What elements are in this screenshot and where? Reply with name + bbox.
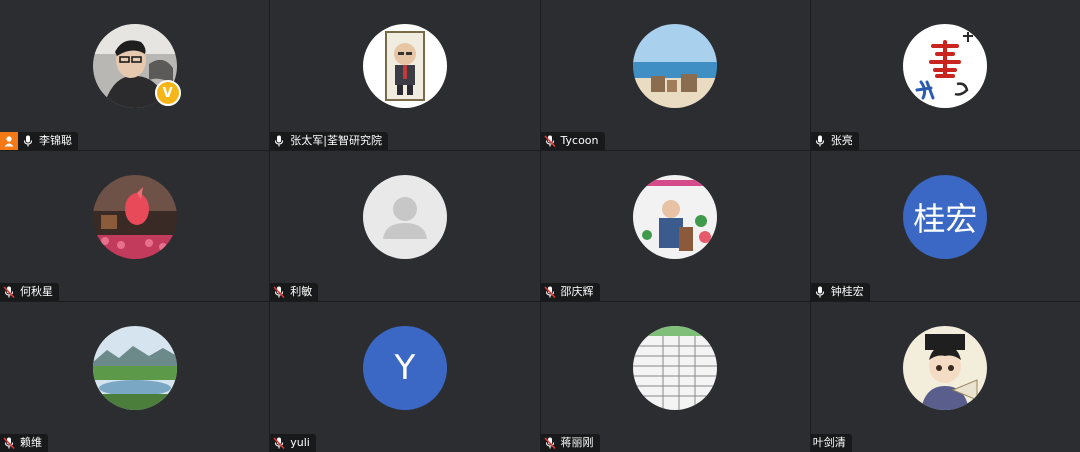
microphone-muted-icon — [543, 286, 556, 299]
participant-avatar — [92, 175, 177, 259]
participant-tile[interactable]: 利敏 — [270, 151, 540, 301]
participant-avatar — [362, 175, 447, 259]
participant-avatar — [903, 326, 988, 410]
participant-name: yuli — [290, 436, 310, 449]
participant-tile[interactable]: 叶剑清 — [810, 302, 1080, 452]
microphone-icon — [815, 135, 824, 147]
participant-label: 赖维 — [0, 434, 48, 452]
verified-badge: V — [154, 80, 181, 106]
participant-tile[interactable]: Tycoon — [540, 0, 810, 150]
participant-label: 张太军|荃智研究院 — [270, 132, 388, 150]
participant-label: 叶剑清 — [810, 434, 852, 452]
participant-tile[interactable]: 张亮 — [810, 0, 1080, 150]
participant-name: 钟桂宏 — [830, 285, 864, 298]
participant-tile[interactable]: 蒋丽刚 — [540, 302, 810, 452]
beach-photo-icon — [633, 24, 718, 108]
participant-tile[interactable]: 桂宏 钟桂宏 — [810, 151, 1080, 301]
participant-avatar — [362, 24, 447, 108]
fish-photo-icon — [92, 175, 177, 259]
participant-name: Tycoon — [560, 134, 599, 147]
participant-name: 何秋星 — [20, 285, 53, 298]
participant-name: 叶剑清 — [812, 436, 846, 449]
participant-label: 邵庆辉 — [540, 283, 600, 301]
participant-tile[interactable]: V 李锦聪 — [0, 0, 270, 150]
participant-avatar — [633, 326, 718, 410]
participant-avatar — [903, 24, 988, 108]
caricature-photo-icon — [362, 24, 447, 108]
participant-label: yuli — [270, 434, 316, 452]
participant-name: 邵庆辉 — [560, 285, 594, 298]
speaker-photo-icon — [633, 175, 718, 259]
participant-name: 张亮 — [830, 134, 853, 147]
participant-name: 赖维 — [20, 436, 42, 449]
calligraphy-photo-icon — [903, 24, 988, 108]
participant-label: 李锦聪 — [0, 132, 78, 150]
participant-avatar — [633, 24, 718, 108]
participant-name: 蒋丽刚 — [560, 436, 594, 449]
participant-avatar-initials: Y — [362, 326, 447, 410]
microphone-muted-icon — [3, 437, 15, 450]
participant-tile[interactable]: 张太军|荃智研究院 — [270, 0, 540, 150]
participant-label: Tycoon — [540, 132, 605, 150]
participant-name: 利敏 — [290, 285, 313, 298]
participant-name: 张太军|荃智研究院 — [290, 134, 382, 147]
participant-label: 何秋星 — [0, 283, 59, 301]
participant-label: 张亮 — [810, 132, 859, 150]
participant-tile[interactable]: 何秋星 — [0, 151, 270, 301]
microphone-muted-icon — [273, 437, 285, 450]
default-user-icon — [362, 175, 447, 259]
cartoon-scholar-icon — [903, 326, 988, 410]
landscape-photo-icon — [92, 326, 177, 410]
participant-label: 钟桂宏 — [810, 283, 870, 301]
microphone-muted-icon — [543, 437, 556, 450]
participant-name: 李锦聪 — [39, 134, 72, 147]
microphone-icon — [23, 135, 33, 147]
microphone-icon — [275, 135, 284, 147]
participant-tile[interactable]: 赖维 — [0, 302, 270, 452]
microphone-icon — [815, 286, 824, 298]
microphone-muted-icon — [273, 286, 285, 299]
participant-label: 蒋丽刚 — [540, 434, 600, 452]
microphone-muted-icon — [543, 135, 556, 148]
participant-tile[interactable]: 邵庆辉 — [540, 151, 810, 301]
participant-avatar — [92, 326, 177, 410]
participant-tile[interactable]: Y yuli — [270, 302, 540, 452]
participant-avatar — [633, 175, 718, 259]
participant-avatar-initials: 桂宏 — [903, 175, 988, 259]
document-photo-icon — [633, 326, 718, 410]
participant-grid: V 李锦聪 张太军|荃智研究院 Tycoon 张亮 何秋星 利敏 邵庆辉 桂宏 … — [0, 0, 1080, 452]
participant-label: 利敏 — [270, 283, 319, 301]
host-icon — [0, 132, 18, 150]
microphone-muted-icon — [3, 286, 15, 299]
